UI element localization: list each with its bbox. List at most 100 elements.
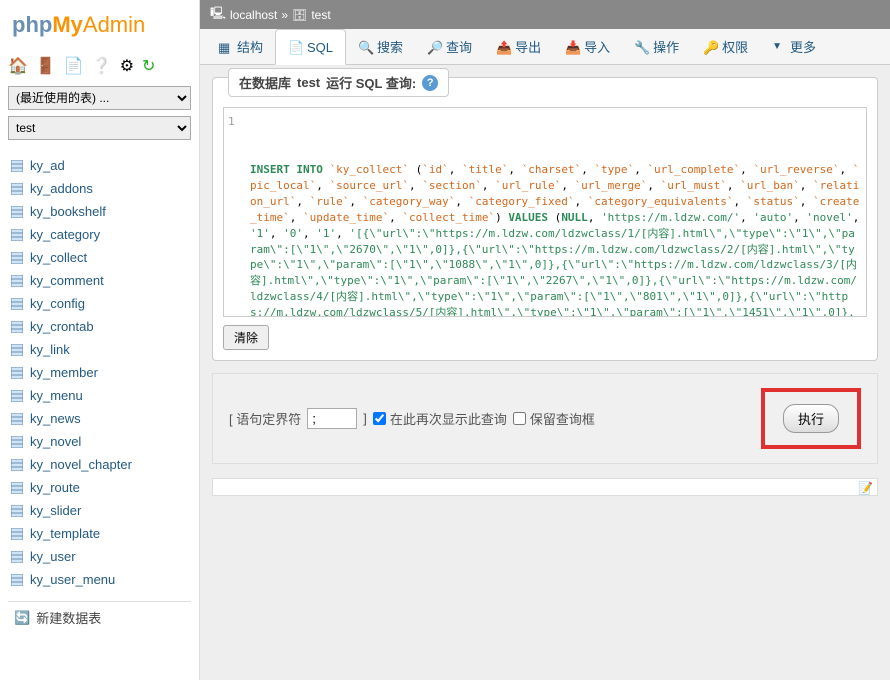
sql-icon[interactable]: 📄 bbox=[64, 56, 84, 76]
table-item-ky_bookshelf[interactable]: ky_bookshelf bbox=[8, 200, 191, 223]
table-item-ky_addons[interactable]: ky_addons bbox=[8, 177, 191, 200]
table-name: ky_novel bbox=[30, 434, 81, 449]
line-number: 1 bbox=[228, 114, 235, 130]
refresh-icon[interactable]: ↻ bbox=[142, 56, 155, 76]
table-icon bbox=[10, 159, 24, 173]
db-icon: 🗄 bbox=[292, 8, 307, 22]
tab-query[interactable]: 🔎 查询 bbox=[415, 29, 484, 64]
table-name: ky_addons bbox=[30, 181, 93, 196]
table-item-ky_template[interactable]: ky_template bbox=[8, 522, 191, 545]
breadcrumb-db[interactable]: test bbox=[311, 8, 330, 22]
table-name: ky_bookshelf bbox=[30, 204, 106, 219]
tab-sql[interactable]: 📄SQL bbox=[275, 29, 346, 65]
main-panel: 🖳 localhost » 🗄 test ▦结构📄SQL 🔍 搜索 🔎 查询 📤导出📥导入… bbox=[200, 0, 890, 680]
table-item-ky_crontab[interactable]: ky_crontab bbox=[8, 315, 191, 338]
table-icon bbox=[10, 343, 24, 357]
show-again-checkbox[interactable] bbox=[373, 412, 386, 425]
logout-icon[interactable]: 🚪 bbox=[36, 56, 56, 76]
table-item-ky_link[interactable]: ky_link bbox=[8, 338, 191, 361]
table-icon bbox=[10, 504, 24, 518]
table-item-ky_menu[interactable]: ky_menu bbox=[8, 384, 191, 407]
tab-label: 搜索 bbox=[377, 37, 403, 56]
run-button[interactable]: 执行 bbox=[783, 404, 839, 433]
query-box: 在数据库 test 运行 SQL 查询: ? 1 INSERT INTO `ky… bbox=[212, 77, 878, 361]
tab-operations[interactable]: 🔧 操作 bbox=[622, 29, 691, 64]
new-table-label: 新建数据表 bbox=[36, 608, 101, 627]
server-icon: 🖳 bbox=[210, 4, 226, 25]
table-item-ky_route[interactable]: ky_route bbox=[8, 476, 191, 499]
table-name: ky_config bbox=[30, 296, 85, 311]
tab-structure[interactable]: ▦结构 bbox=[206, 29, 275, 64]
table-icon bbox=[10, 251, 24, 265]
tab-export[interactable]: 📤导出 bbox=[484, 29, 553, 64]
operations-icon: 🔧 bbox=[634, 40, 648, 54]
tab-label: 查询 bbox=[446, 37, 472, 56]
table-name: ky_template bbox=[30, 526, 100, 541]
table-icon bbox=[10, 573, 24, 587]
settings-icon[interactable]: ⚙ bbox=[120, 56, 134, 76]
table-name: ky_ad bbox=[30, 158, 65, 173]
table-name: ky_novel_chapter bbox=[30, 457, 132, 472]
new-table-button[interactable]: 🔄 新建数据表 bbox=[8, 601, 191, 633]
logo-admin: Admin bbox=[83, 12, 145, 37]
breadcrumb: 🖳 localhost » 🗄 test bbox=[200, 0, 890, 29]
table-item-ky_category[interactable]: ky_category bbox=[8, 223, 191, 246]
recent-tables-select[interactable]: (最近使用的表) ... bbox=[8, 86, 191, 110]
sql-icon: 📄 bbox=[288, 40, 302, 54]
tab-more[interactable]: ▼更多 bbox=[760, 29, 828, 64]
table-icon bbox=[10, 435, 24, 449]
table-icon bbox=[10, 458, 24, 472]
sql-code: INSERT INTO `ky_collect` (`id`, `title`,… bbox=[250, 162, 860, 317]
home-icon[interactable]: 🏠 bbox=[8, 56, 28, 76]
footer-left: [ 语句定界符 ] 在此再次显示此查询 保留查询框 bbox=[229, 408, 595, 429]
table-item-ky_news[interactable]: ky_news bbox=[8, 407, 191, 430]
table-item-ky_config[interactable]: ky_config bbox=[8, 292, 191, 315]
privileges-icon: 🔑 bbox=[703, 40, 717, 54]
delimiter-label: [ 语句定界符 bbox=[229, 409, 301, 428]
table-item-ky_ad[interactable]: ky_ad bbox=[8, 154, 191, 177]
table-icon bbox=[10, 527, 24, 541]
table-item-ky_collect[interactable]: ky_collect bbox=[8, 246, 191, 269]
logo-my: My bbox=[52, 12, 83, 37]
table-item-ky_slider[interactable]: ky_slider bbox=[8, 499, 191, 522]
table-item-ky_user[interactable]: ky_user bbox=[8, 545, 191, 568]
clear-button[interactable]: 清除 bbox=[223, 325, 269, 350]
tabs: ▦结构📄SQL 🔍 搜索 🔎 查询 📤导出📥导入 🔧 操作 🔑权限▼更多 bbox=[200, 29, 890, 65]
table-icon bbox=[10, 481, 24, 495]
tab-privileges[interactable]: 🔑权限 bbox=[691, 29, 760, 64]
more-arrow-icon: ▼ bbox=[772, 41, 782, 52]
docs-icon[interactable]: ❔ bbox=[92, 56, 112, 76]
delimiter-input[interactable] bbox=[307, 408, 357, 429]
breadcrumb-host[interactable]: localhost bbox=[230, 8, 277, 22]
table-name: ky_link bbox=[30, 342, 70, 357]
content: 在数据库 test 运行 SQL 查询: ? 1 INSERT INTO `ky… bbox=[200, 65, 890, 680]
sidebar: phpMyAdmin 🏠 🚪 📄 ❔ ⚙ ↻ (最近使用的表) ... test… bbox=[0, 0, 200, 680]
table-tree: ky_ad ky_addons ky_bookshelf ky_category ky_… bbox=[8, 154, 191, 591]
sql-editor[interactable]: 1 INSERT INTO `ky_collect` (`id`, `title… bbox=[223, 107, 867, 317]
table-item-ky_comment[interactable]: ky_comment bbox=[8, 269, 191, 292]
table-name: ky_user bbox=[30, 549, 76, 564]
help-icon[interactable]: ? bbox=[422, 75, 438, 91]
footer-bar: [ 语句定界符 ] 在此再次显示此查询 保留查询框 执行 bbox=[212, 373, 878, 464]
database-select[interactable]: test bbox=[8, 116, 191, 140]
keep-box-checkbox[interactable] bbox=[513, 412, 526, 425]
tab-label: 操作 bbox=[653, 37, 679, 56]
import-icon: 📥 bbox=[565, 40, 579, 54]
edit-corner-icon[interactable]: 📝 bbox=[858, 481, 873, 495]
tab-search[interactable]: 🔍 搜索 bbox=[346, 29, 415, 64]
search-icon: 🔍 bbox=[358, 40, 372, 54]
table-item-ky_user_menu[interactable]: ky_user_menu bbox=[8, 568, 191, 591]
table-item-ky_novel_chapter[interactable]: ky_novel_chapter bbox=[8, 453, 191, 476]
tab-import[interactable]: 📥导入 bbox=[553, 29, 622, 64]
table-icon bbox=[10, 182, 24, 196]
table-icon bbox=[10, 366, 24, 380]
table-icon bbox=[10, 389, 24, 403]
table-name: ky_slider bbox=[30, 503, 81, 518]
show-again-label: 在此再次显示此查询 bbox=[390, 409, 507, 428]
table-icon bbox=[10, 205, 24, 219]
table-item-ky_member[interactable]: ky_member bbox=[8, 361, 191, 384]
table-name: ky_category bbox=[30, 227, 100, 242]
export-icon: 📤 bbox=[496, 40, 510, 54]
query-icon: 🔎 bbox=[427, 40, 441, 54]
table-item-ky_novel[interactable]: ky_novel bbox=[8, 430, 191, 453]
